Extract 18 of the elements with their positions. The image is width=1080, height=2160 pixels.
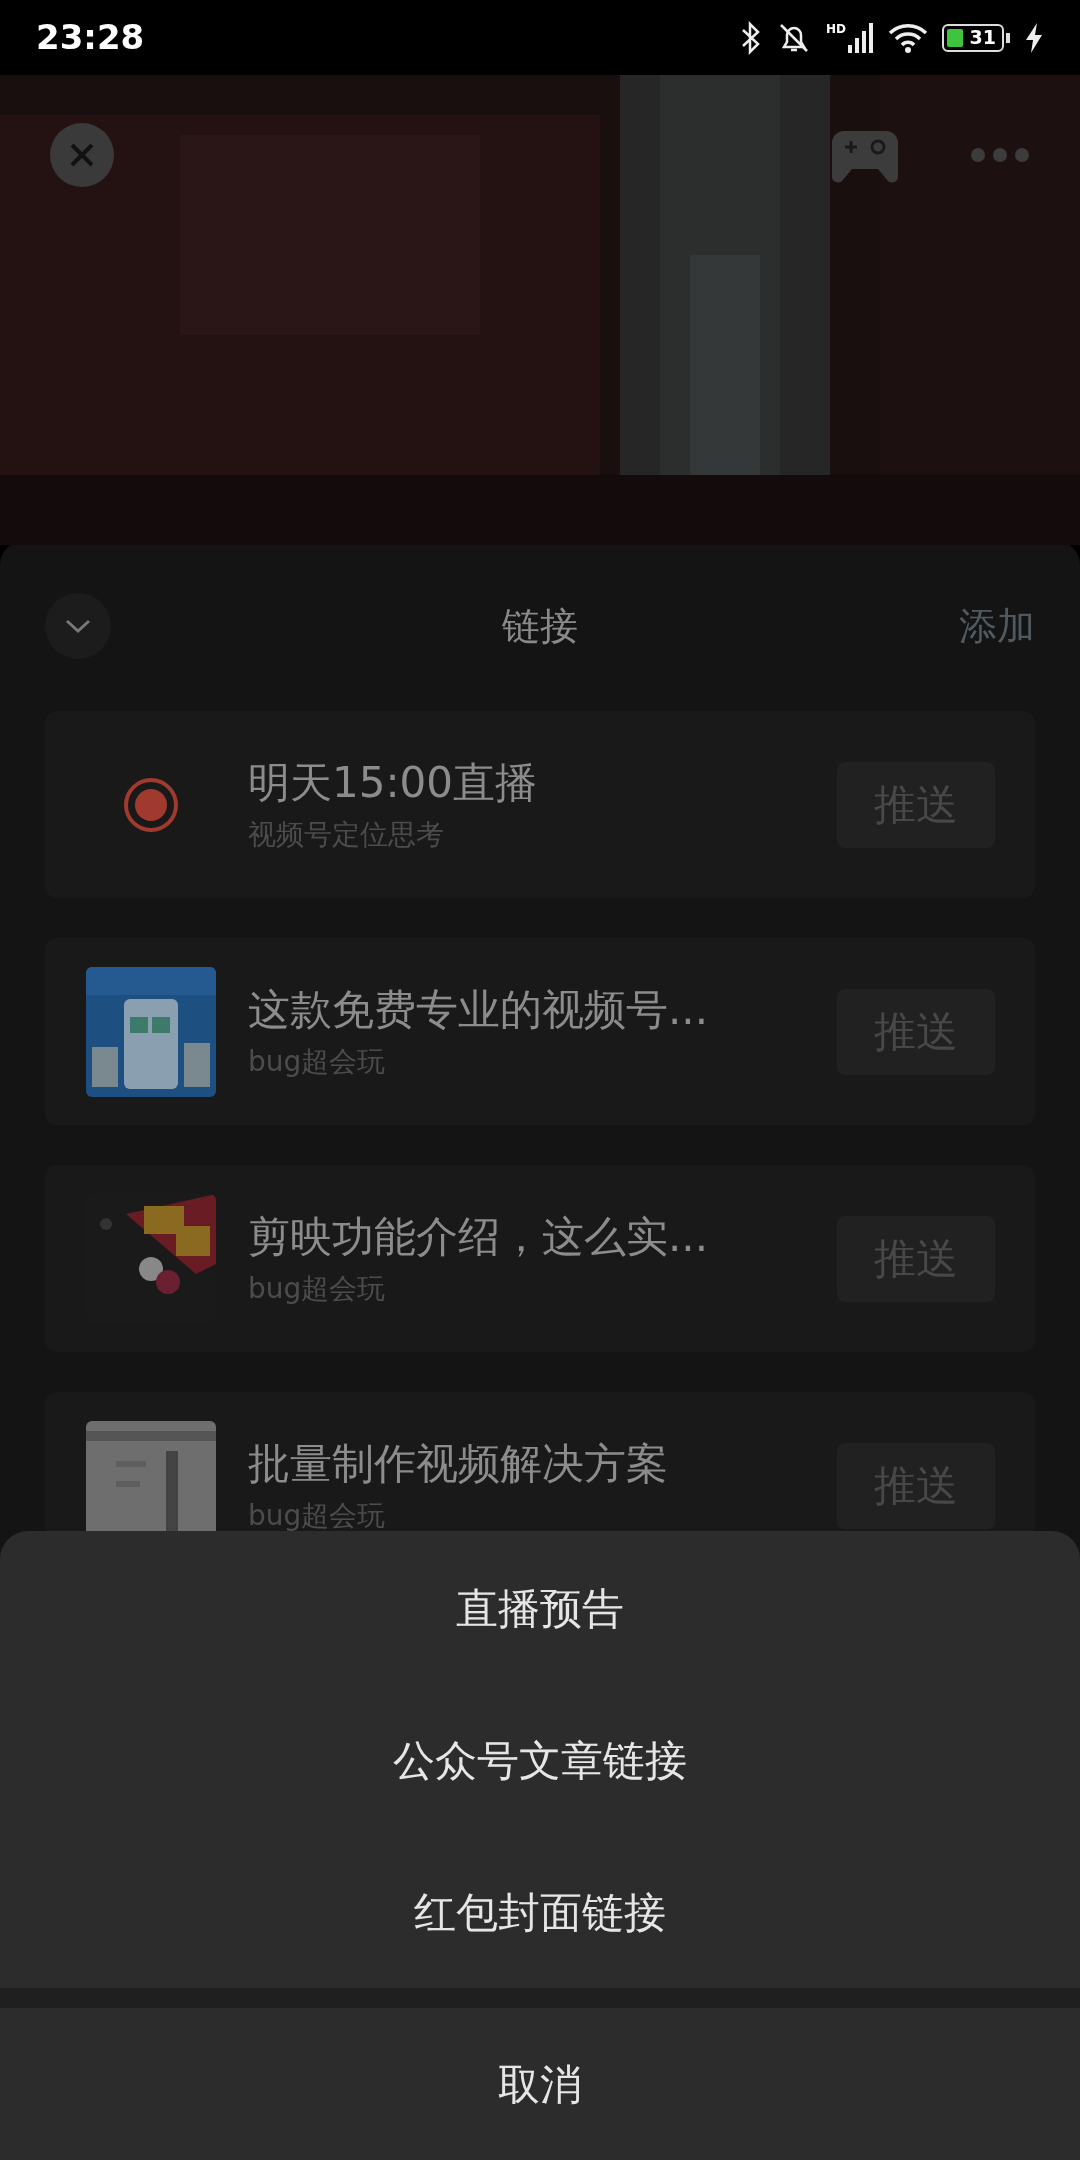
- close-icon: [69, 142, 95, 168]
- battery-icon: 31: [942, 23, 1004, 52]
- network-label: HD: [826, 22, 846, 35]
- clock: 23:28: [36, 16, 145, 59]
- sheet-option[interactable]: 红包封面链接: [0, 1836, 1080, 1988]
- link-title: 剪映功能介绍，这么实...: [248, 1210, 710, 1263]
- more-icon[interactable]: [970, 147, 1030, 163]
- sheet-option[interactable]: 公众号文章链接: [0, 1684, 1080, 1836]
- record-icon: [123, 776, 179, 833]
- link-title: 批量制作视频解决方案: [248, 1437, 669, 1490]
- wifi-icon: [888, 22, 928, 53]
- chevron-down-icon: [65, 618, 91, 634]
- signal-icon: [848, 22, 874, 53]
- link-title: 明天15:00直播: [248, 756, 539, 809]
- bluetooth-icon: [740, 19, 762, 56]
- link-title: 这款免费专业的视频号...: [248, 983, 710, 1036]
- charging-icon: [1024, 21, 1044, 54]
- panel-title: 链接: [502, 602, 578, 650]
